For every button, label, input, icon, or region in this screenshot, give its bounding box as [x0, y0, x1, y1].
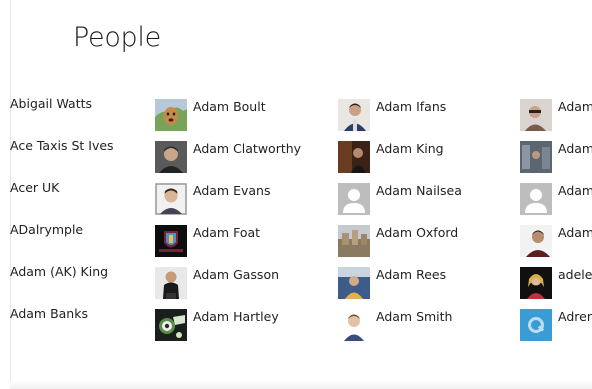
contacts-column-1: Abigail Watts Ace Taxis St Ives Acer UK …	[10, 88, 114, 340]
contact-item[interactable]: Adam Foat	[155, 214, 301, 257]
contact-photo-avatar	[155, 267, 187, 299]
contact-photo-avatar	[155, 141, 187, 173]
contact-name: Adam Smith	[376, 309, 453, 324]
contact-item[interactable]: Adam	[520, 88, 592, 131]
contact-photo-avatar	[338, 99, 370, 131]
contact-item[interactable]: Adam Evans	[155, 172, 301, 215]
contact-item[interactable]: Adam King	[338, 130, 462, 173]
contact-item[interactable]: Adam (AK) King	[10, 256, 114, 298]
contact-name: Adam Oxford	[376, 225, 459, 240]
contact-item[interactable]: adele2	[520, 256, 592, 299]
contact-item[interactable]: Adam Clatworthy	[155, 130, 302, 173]
contact-name: Adam Clatworthy	[193, 141, 302, 156]
default-person-icon	[520, 183, 552, 215]
contact-name: Adam Gasson	[193, 267, 280, 282]
contact-photo-avatar	[155, 99, 187, 131]
contact-item[interactable]: Abigail Watts	[10, 88, 114, 130]
contact-name: Acer UK	[10, 180, 60, 195]
contact-item[interactable]: Adam	[520, 172, 592, 215]
contacts-column-3: Adam Ifans Adam King Adam Nailsea Adam O…	[338, 88, 462, 341]
contact-item[interactable]: ADalrymple	[10, 214, 114, 256]
contact-item[interactable]: Adam Rees	[338, 256, 462, 299]
contact-item[interactable]: Adam Boult	[155, 88, 301, 131]
contact-name: Adam Foat	[193, 225, 261, 240]
contact-item[interactable]: Adam Gasson	[155, 256, 301, 299]
contact-item[interactable]: Adam	[520, 214, 592, 257]
contacts-column-4: Adam Adam Adam Adam adele2 Adren	[520, 88, 592, 341]
contact-item[interactable]: Adren	[520, 298, 592, 341]
contact-item[interactable]: Adam Ifans	[338, 88, 462, 131]
contact-photo-avatar	[520, 99, 552, 131]
contact-name: Abigail Watts	[10, 96, 93, 111]
contact-name: Ace Taxis St Ives	[10, 138, 114, 153]
contact-item[interactable]: Ace Taxis St Ives	[10, 130, 114, 172]
contact-name: Adam Boult	[193, 99, 266, 114]
contact-name: adele2	[558, 267, 592, 282]
contact-name: Adam	[558, 183, 592, 198]
contact-item[interactable]: Adam Banks	[10, 298, 114, 340]
contact-photo-avatar	[338, 267, 370, 299]
contact-photo-avatar	[155, 225, 187, 257]
contact-item[interactable]: Adam Hartley	[155, 298, 301, 341]
contact-name: Adam Ifans	[376, 99, 447, 114]
contact-name: Adam Rees	[376, 267, 447, 282]
contact-item[interactable]: Acer UK	[10, 172, 114, 214]
contact-name: Adren	[558, 309, 592, 324]
contact-photo-avatar	[155, 309, 187, 341]
contact-photo-avatar	[520, 225, 552, 257]
contact-photo-avatar	[338, 141, 370, 173]
contact-name: Adam Evans	[193, 183, 271, 198]
contact-photo-avatar	[520, 309, 552, 341]
contact-name: Adam	[558, 225, 592, 240]
contact-name: Adam Banks	[10, 306, 88, 321]
contact-item[interactable]: Adam Smith	[338, 298, 462, 341]
contact-item[interactable]: Adam Oxford	[338, 214, 462, 257]
bottom-scroll-area	[10, 381, 592, 389]
contact-name: ADalrymple	[10, 222, 84, 237]
page-title: People	[73, 22, 161, 53]
contact-name: Adam	[558, 99, 592, 114]
contact-photo-avatar	[520, 267, 552, 299]
contact-photo-avatar	[338, 225, 370, 257]
contact-name: Adam Hartley	[193, 309, 279, 324]
contact-name: Adam	[558, 141, 592, 156]
contact-name: Adam (AK) King	[10, 264, 109, 279]
contact-photo-avatar	[155, 183, 187, 215]
contact-item[interactable]: Adam Nailsea	[338, 172, 462, 215]
contact-photo-avatar	[338, 309, 370, 341]
contact-name: Adam King	[376, 141, 444, 156]
contact-name: Adam Nailsea	[376, 183, 462, 198]
contact-item[interactable]: Adam	[520, 130, 592, 173]
default-person-icon	[338, 183, 370, 215]
contacts-column-2: Adam Boult Adam Clatworthy Adam Evans Ad…	[155, 88, 302, 341]
contact-photo-avatar	[520, 141, 552, 173]
